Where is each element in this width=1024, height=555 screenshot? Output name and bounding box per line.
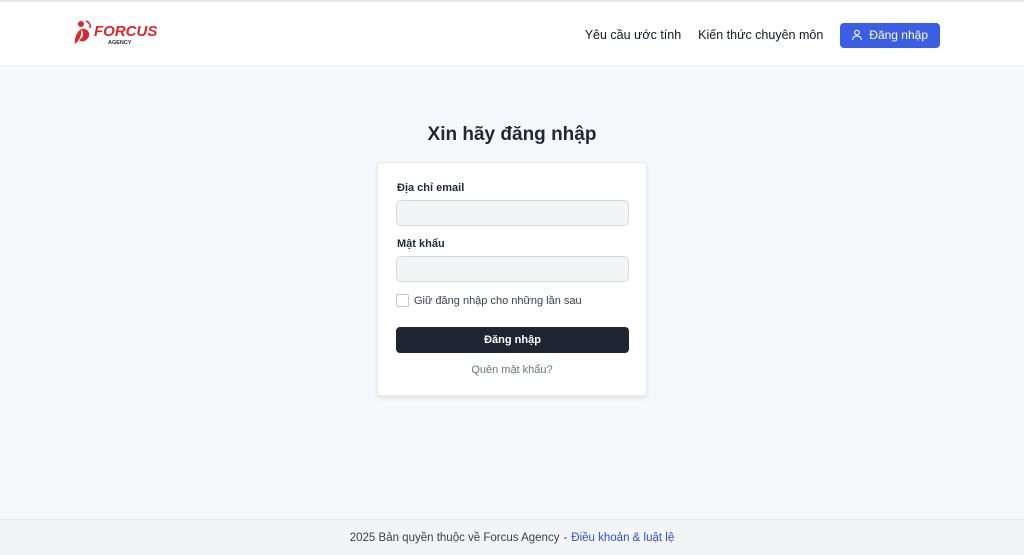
nav-estimate-link[interactable]: Yêu cầu ước tính [585, 28, 681, 42]
remember-me-label[interactable]: Giữ đăng nhập cho những lần sau [414, 295, 582, 307]
login-submit-button[interactable]: Đăng nhập [396, 327, 629, 353]
forgot-password-link[interactable]: Quên mật khẩu? [378, 364, 646, 376]
header-login-button[interactable]: Đăng nhập [840, 22, 940, 48]
footer-terms-link[interactable]: Điều khoản & luật lệ [571, 532, 674, 544]
password-label: Mật khẩu [397, 238, 445, 250]
forcus-logo-icon: FORCUS AGENCY [74, 20, 157, 46]
site-header: FORCUS AGENCY Yêu cầu ước tính Kiến thức… [0, 0, 1024, 66]
remember-me-checkbox[interactable] [396, 294, 409, 307]
forcus-logo[interactable]: FORCUS AGENCY [72, 16, 172, 50]
remember-me-row[interactable]: Giữ đăng nhập cho những lần sau [396, 294, 582, 307]
page-title: Xin hãy đăng nhập [427, 124, 597, 145]
footer-copyright: 2025 Bản quyền thuộc về Forcus Agency [349, 531, 560, 544]
header-login-label: Đăng nhập [869, 28, 928, 42]
email-field[interactable] [396, 200, 629, 226]
nav-expertise-link[interactable]: Kiến thức chuyên môn [698, 28, 823, 42]
login-card: Địa chỉ email Mật khẩu Giữ đăng nhập cho… [377, 162, 647, 396]
main-nav: Yêu cầu ước tính Kiến thức chuyên môn Đă… [585, 22, 940, 48]
email-label: Địa chỉ email [397, 182, 465, 194]
user-icon [851, 29, 863, 41]
site-footer: 2025 Bản quyền thuộc về Forcus Agency - … [0, 519, 1024, 555]
footer-separator: - [563, 531, 568, 544]
password-field[interactable] [396, 256, 629, 282]
svg-text:AGENCY: AGENCY [108, 40, 132, 46]
svg-text:FORCUS: FORCUS [94, 23, 157, 40]
